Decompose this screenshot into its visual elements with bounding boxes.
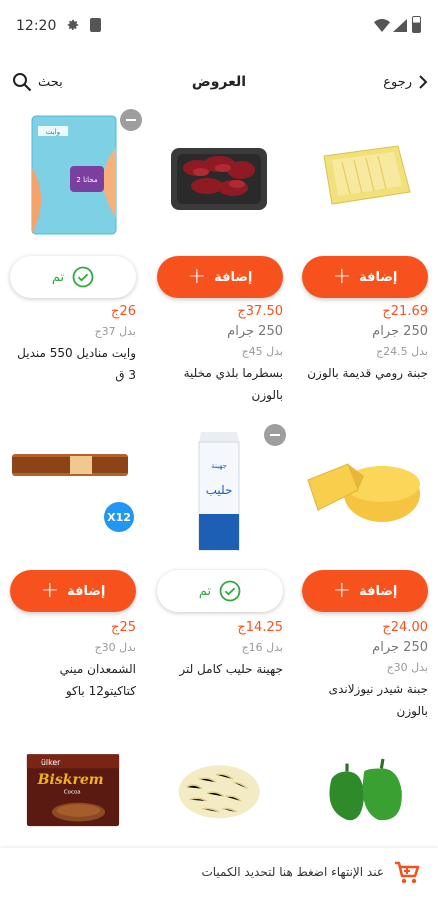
product-weight: 250 جرام	[372, 324, 428, 339]
plus-icon: +	[332, 264, 352, 289]
product-old-price: بدل 16ج	[241, 641, 283, 654]
tissue-promo-text: 2 مجانا	[76, 176, 97, 184]
done-label: تم	[198, 583, 212, 599]
sim-card-icon	[90, 18, 101, 32]
product-name: جبنة شيدر نيوزلاندى بالوزن	[328, 682, 428, 718]
signal-icon	[393, 19, 407, 32]
gear-icon	[67, 19, 79, 31]
milk-brand-text: جهينة	[211, 462, 227, 470]
page-title: العروض	[191, 74, 247, 90]
added-button[interactable]: تم	[10, 256, 136, 298]
product-info: 25ج بدل 30ج الشمعدان ميني كتاكيتو12 باكو	[10, 618, 136, 702]
milk-label-text: حليب	[206, 483, 233, 497]
product-old-price: بدل 45ج	[241, 345, 283, 358]
biskrem-name-text: Biskrem	[37, 772, 104, 788]
product-info: 14.25ج بدل 16ج جهينة حليب كامل لتر	[157, 618, 283, 680]
product-image-tissues: وايت 2 مجانا	[31, 115, 117, 235]
checkout-bar[interactable]: عند الإنتهاء اضغط هنا لتحديد الكميات	[0, 848, 438, 900]
quantity-badge: X12	[104, 502, 134, 532]
add-label: إضافة	[67, 583, 106, 599]
plus-icon: +	[332, 578, 352, 603]
product-image-cheddar	[307, 463, 420, 522]
check-circle-icon	[72, 266, 94, 288]
remove-item-button[interactable]	[264, 424, 286, 446]
product-old-price: بدل 30ج	[386, 661, 428, 674]
add-button[interactable]: + إضافة	[10, 570, 136, 612]
product-info: 26ج بدل 37ج وايت مناديل 550 منديل 3 ق	[10, 302, 136, 386]
product-old-price: بدل 24.5ج	[376, 345, 428, 358]
product-info: 37.50ج 250 جرام بدل 45ج بسطرما بلدي مخلي…	[157, 302, 283, 406]
plus-icon: +	[40, 578, 60, 603]
biskrem-sub-text: Cocoa	[64, 789, 81, 795]
remove-item-button[interactable]	[120, 109, 142, 131]
product-price: 25ج	[111, 620, 136, 635]
product-price: 14.25ج	[237, 620, 283, 635]
product-image-basterma	[171, 148, 267, 210]
product-image-chocolate-bar	[12, 454, 128, 476]
product-old-price: بدل 30ج	[94, 641, 136, 654]
product-name: جبنة رومي قديمة بالوزن	[307, 366, 428, 380]
search-icon	[13, 73, 32, 92]
wifi-icon	[374, 19, 390, 32]
product-image-green-pepper	[329, 758, 402, 821]
product-info: 21.69ج 250 جرام بدل 24.5ج جبنة رومي قديم…	[302, 302, 428, 384]
product-name: الشمعدان ميني كتاكيتو12 باكو	[59, 662, 136, 698]
biskrem-brand-text: ülker	[41, 758, 61, 767]
product-price: 26ج	[111, 304, 136, 319]
check-circle-icon	[219, 580, 241, 602]
product-weight: 250 جرام	[372, 640, 428, 655]
status-time: 12:20	[16, 18, 57, 34]
tissue-brand-text: وايت	[46, 128, 60, 136]
done-label: تم	[51, 269, 65, 285]
product-price: 37.50ج	[237, 304, 283, 319]
add-label: إضافة	[359, 269, 398, 285]
battery-icon	[412, 16, 421, 33]
product-image-grated-cheese	[178, 765, 260, 819]
app-header: رجوع العروض بحث	[0, 56, 438, 108]
checkout-hint: عند الإنتهاء اضغط هنا لتحديد الكميات	[201, 865, 384, 879]
add-label: إضافة	[359, 583, 398, 599]
add-button[interactable]: + إضافة	[157, 256, 283, 298]
product-weight: 250 جرام	[227, 324, 283, 339]
search-button[interactable]: بحث	[12, 68, 63, 96]
product-name: وايت مناديل 550 منديل 3 ق	[17, 346, 136, 382]
product-info: 24.00ج 250 جرام بدل 30ج جبنة شيدر نيوزلا…	[302, 618, 428, 722]
product-image-milk: جهينة حليب	[198, 432, 240, 551]
add-button[interactable]: + إضافة	[302, 256, 428, 298]
status-bar: 12:20	[0, 0, 438, 56]
product-price: 24.00ج	[382, 620, 428, 635]
product-old-price: بدل 37ج	[94, 325, 136, 338]
add-label: إضافة	[214, 269, 253, 285]
search-label: بحث	[38, 74, 63, 90]
plus-icon: +	[187, 264, 207, 289]
product-price: 21.69ج	[382, 304, 428, 319]
cart-icon	[395, 861, 420, 884]
product-name: بسطرما بلدي مخلية بالوزن	[183, 366, 283, 402]
add-button[interactable]: + إضافة	[302, 570, 428, 612]
product-name: جهينة حليب كامل لتر	[179, 662, 283, 676]
added-button[interactable]: تم	[157, 570, 283, 612]
product-image-biskrem: ülker Biskrem Cocoa	[26, 754, 120, 827]
product-image-roumi-cheese	[323, 145, 411, 205]
